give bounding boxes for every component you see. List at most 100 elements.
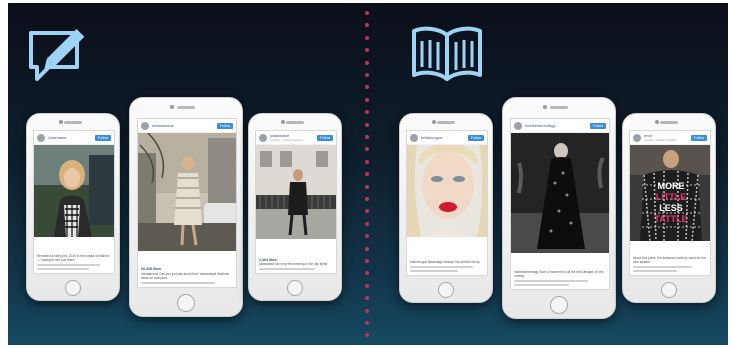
divider-dot (365, 221, 369, 226)
post-meta: britishvogue Backstage beauty: the perfe… (410, 260, 484, 273)
divider-dot (365, 11, 369, 15)
open-book-icon (410, 23, 484, 81)
sweater-word-2: LITTLE (656, 192, 687, 202)
post-caption: Revealed a rolling trip 2016 to the capi… (37, 254, 110, 263)
follow-button[interactable]: Follow (316, 134, 333, 141)
camera-dot (170, 105, 174, 109)
home-button[interactable] (661, 282, 677, 298)
username[interactable]: Username (48, 136, 95, 140)
username[interactable]: britishvogue (421, 136, 468, 140)
divider-dot (365, 48, 369, 53)
divider-dot (365, 172, 369, 177)
divider-dot (365, 259, 369, 263)
location: London, United Kingdom (270, 137, 304, 142)
divider-dot (365, 184, 369, 189)
home-button[interactable] (65, 280, 81, 296)
divider-dot (365, 197, 369, 201)
sweater-word-3: LESS (659, 203, 683, 213)
camera-dot (655, 120, 659, 124)
divider-dot (365, 97, 369, 102)
instagram-post-screen: marikelamentagy Follow marikelamentagy S… (510, 118, 610, 290)
avatar (37, 133, 45, 142)
speaker (177, 106, 195, 109)
home-button[interactable] (550, 296, 568, 314)
divider-dot (365, 296, 369, 301)
username[interactable]: marikelamentagy (525, 124, 590, 128)
location: London, United Kingdom (644, 137, 678, 142)
home-button[interactable] (287, 280, 303, 296)
instagram-post-screen: Username Follow Revealed a rolling trip (33, 130, 115, 274)
instagram-post-screen: juliaswaise London, United Kingdom Follow (255, 130, 337, 274)
post-header: nhrd London, United Kingdom Follow (630, 131, 710, 145)
post-header: marikelamentagy Follow (511, 119, 609, 133)
phone-mockup-2: instafamous Follow 20,435 likes instafam… (129, 97, 243, 317)
divider-dot (365, 73, 369, 77)
follow-button[interactable]: Follow (216, 122, 233, 129)
post-photo (511, 133, 609, 253)
post-header: britishvogue Follow (407, 131, 487, 145)
divider-dot (365, 209, 369, 214)
camera-dot (543, 105, 547, 109)
post-photo: MORE LITTLE LESS TATTLE (630, 145, 710, 242)
post-caption: juliaswaise My very first evening in the… (259, 261, 328, 266)
post-header: juliaswaise London, United Kingdom Follow (256, 131, 336, 145)
instagram-post-screen: instafamous Follow 20,435 likes instafam… (137, 118, 237, 288)
divider-dot (365, 135, 369, 139)
divider-dot (365, 308, 369, 313)
username[interactable]: instafamous (152, 124, 217, 128)
speaker (660, 121, 678, 124)
post-caption: marikelamentagy Such a moment for all th… (514, 270, 604, 279)
speaker (437, 121, 455, 124)
divider-dot (365, 35, 369, 40)
divider-dot (365, 60, 369, 65)
speaker (64, 121, 82, 124)
divider-dot (365, 234, 369, 239)
avatar (514, 121, 522, 130)
sweater-word-4: TATTLE (654, 214, 687, 224)
post-meta: Revealed a rolling trip 2016 to the capi… (37, 254, 111, 271)
post-meta: 20,435 likes instafamous Can you just ta… (141, 267, 233, 285)
divider-dot (365, 246, 369, 251)
instagram-post-screen: britishvogue Follow britishvogue Backsta… (406, 130, 488, 276)
avatar (633, 133, 641, 142)
post-caption: instafamous Can you just talk about this… (141, 271, 230, 280)
post-meta: 2,364 likes juliaswaise My very first ev… (259, 258, 333, 271)
avatar (141, 121, 149, 130)
pencil-speech-bubble-icon (27, 27, 91, 83)
instagram-post-screen: nhrd London, United Kingdom Follow MORE L… (629, 130, 711, 276)
home-button[interactable] (177, 294, 195, 312)
phone-mockup-1: Username Follow Revealed a rolling trip (26, 113, 120, 301)
follow-button[interactable]: Follow (589, 122, 606, 129)
divider-dot (365, 23, 369, 28)
divider-dot (365, 321, 369, 325)
follow-button[interactable]: Follow (467, 134, 484, 141)
camera-dot (59, 120, 63, 124)
follow-button[interactable]: Follow (690, 134, 707, 141)
speaker (286, 121, 304, 124)
username[interactable]: juliaswaise London, United Kingdom (270, 134, 317, 142)
post-photo (138, 132, 236, 251)
post-meta: marikelamentagy Such a moment for all th… (514, 270, 606, 287)
divider-dot (365, 333, 369, 338)
divider-dot (365, 110, 369, 115)
post-caption: britishvogue Backstage beauty: the perfe… (410, 260, 480, 265)
phone-mockup-6: nhrd London, United Kingdom Follow MORE L… (622, 113, 716, 303)
post-photo (34, 145, 114, 237)
post-caption: About this piece, the knitwear made by h… (633, 256, 706, 265)
username[interactable]: nhrd London, United Kingdom (644, 134, 691, 142)
camera-dot (281, 120, 285, 124)
phone-mockup-4: britishvogue Follow britishvogue Backsta… (399, 113, 493, 303)
divider-dot (365, 147, 369, 152)
post-photo (407, 143, 487, 237)
speaker (550, 106, 568, 109)
avatar (259, 133, 267, 142)
follow-button[interactable]: Follow (94, 134, 111, 141)
divider-dot (365, 122, 369, 127)
divider-dot (365, 85, 369, 90)
post-photo (256, 145, 336, 239)
presentation-slide: Username Follow Revealed a rolling trip (8, 3, 728, 345)
phone-mockup-3: juliaswaise London, United Kingdom Follow (248, 113, 342, 301)
post-meta: About this piece, the knitwear made by h… (633, 256, 707, 273)
home-button[interactable] (438, 282, 454, 298)
divider-dot (365, 283, 369, 288)
